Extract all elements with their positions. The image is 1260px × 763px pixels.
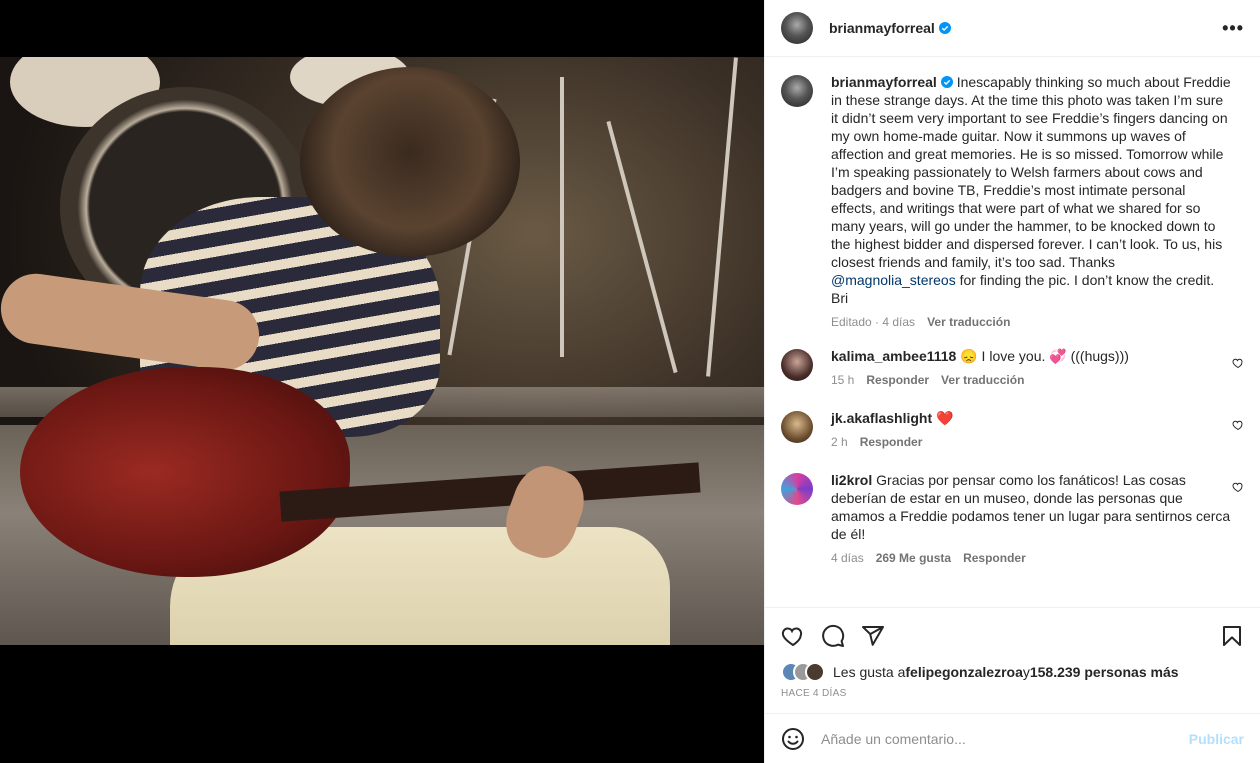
comment-username[interactable]: li2krol <box>831 472 872 488</box>
comment-text: Gracias por pensar como los fanáticos! L… <box>831 472 1231 542</box>
caption-mention[interactable]: @magnolia_stereos <box>831 272 956 288</box>
post-media[interactable] <box>0 0 764 763</box>
comment-icon[interactable] <box>821 624 845 648</box>
bookmark-icon[interactable] <box>1220 624 1244 648</box>
comment-text: ❤️ <box>932 410 954 426</box>
comment-username[interactable]: jk.akaflashlight <box>831 410 932 426</box>
comment: li2krol Gracias por pensar como los faná… <box>781 471 1244 567</box>
commenter-avatar[interactable] <box>781 473 813 505</box>
likes-count[interactable]: 158.239 personas más <box>1030 664 1179 680</box>
translate-button[interactable]: Ver traducción <box>927 313 1010 331</box>
post-panel: brianmayforreal ••• brianmayforreal Ines… <box>764 0 1260 763</box>
comment-likes[interactable]: 269 Me gusta <box>876 549 951 567</box>
comment-text: 😞 I love you. 💞 (((hugs))) <box>956 348 1129 364</box>
caption-username[interactable]: brianmayforreal <box>831 74 937 90</box>
likes-summary[interactable]: Les gusta a felipegonzalezroa y 158.239 … <box>781 662 1244 682</box>
heart-icon[interactable] <box>781 624 805 648</box>
heart-icon[interactable] <box>1232 357 1244 369</box>
comment-username[interactable]: kalima_ambee1118 <box>831 348 956 364</box>
caption-edited: Editado · 4 días <box>831 315 916 329</box>
commenter-avatar[interactable] <box>781 349 813 381</box>
post-photo <box>0 57 764 645</box>
verified-icon <box>938 22 951 34</box>
author-avatar[interactable] <box>781 75 813 107</box>
publish-button[interactable]: Publicar <box>1189 731 1244 747</box>
post-caption: brianmayforreal Inescapably thinking so … <box>781 73 1244 331</box>
post-date: HACE 4 DÍAS <box>781 688 847 699</box>
comment-time: 15 h <box>831 373 855 387</box>
comment-input[interactable]: Añade un comentario... <box>821 731 1189 747</box>
likes-middle: y <box>1022 664 1030 680</box>
heart-icon[interactable] <box>1232 419 1244 431</box>
commenter-avatar[interactable] <box>781 411 813 443</box>
post-header: brianmayforreal ••• <box>765 0 1260 57</box>
translate-button[interactable]: Ver traducción <box>941 371 1024 389</box>
comments-list: brianmayforreal Inescapably thinking so … <box>765 57 1260 607</box>
share-icon[interactable] <box>861 624 885 648</box>
comment-time: 2 h <box>831 435 848 449</box>
more-icon[interactable]: ••• <box>1222 18 1244 39</box>
emoji-icon[interactable] <box>781 727 805 751</box>
comment: kalima_ambee1118 😞 I love you. 💞 (((hugs… <box>781 347 1244 389</box>
author-avatar[interactable] <box>781 12 813 44</box>
reply-button[interactable]: Responder <box>866 371 929 389</box>
comment-time: 4 días <box>831 551 864 565</box>
verified-icon <box>940 76 953 88</box>
add-comment-bar: Añade un comentario... Publicar <box>765 713 1260 763</box>
reply-button[interactable]: Responder <box>963 549 1026 567</box>
comment: jk.akaflashlight ❤️ 2 h Responder <box>781 409 1244 451</box>
reply-button[interactable]: Responder <box>860 433 923 451</box>
post-actions: Les gusta a felipegonzalezroa y 158.239 … <box>765 607 1260 713</box>
author-username[interactable]: brianmayforreal <box>829 20 935 36</box>
likes-user[interactable]: felipegonzalezroa <box>905 664 1022 680</box>
heart-icon[interactable] <box>1232 481 1244 493</box>
likes-prefix: Les gusta a <box>833 664 906 680</box>
likers-avatars <box>781 662 825 682</box>
caption-text: Inescapably thinking so much about Fredd… <box>831 74 1231 270</box>
